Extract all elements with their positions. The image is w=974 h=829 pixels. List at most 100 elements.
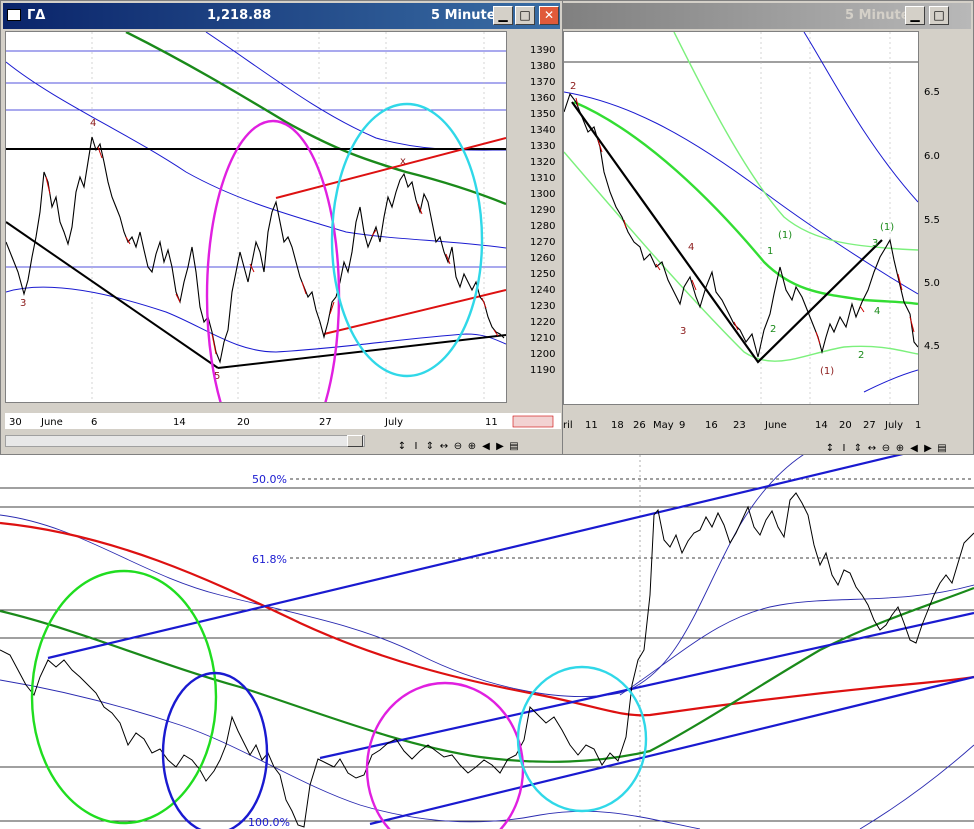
left-y-tick: 1230: [530, 301, 555, 312]
left-uptrend-line: [217, 334, 507, 369]
settings-icon[interactable]: ▤: [935, 442, 949, 456]
close-button[interactable]: ✕: [539, 6, 559, 25]
left-y-tick: 1390: [530, 45, 555, 56]
magenta-circle: [365, 681, 525, 829]
right-x-label: 14: [815, 420, 828, 431]
right-x-label: 18: [611, 420, 624, 431]
left-y-tick: 1330: [530, 141, 555, 152]
left-scroll-track[interactable]: [5, 435, 365, 447]
blue-trend-channel: [47, 455, 974, 826]
zoom-out-icon[interactable]: ⊖: [879, 442, 893, 456]
thin-blue-ma-low: [0, 679, 701, 829]
right-x-label: 23: [733, 420, 746, 431]
wave-3b-label: 3: [872, 238, 878, 249]
wave-4-label: 4: [688, 242, 694, 253]
thin-blue-ma-right: [619, 584, 974, 696]
right-chart: 2 4 3 1 2 (1) (1) 2 (1) 3 4: [563, 31, 919, 404]
left-downtrend-line: [5, 221, 219, 369]
right-x-label: 9: [679, 420, 685, 431]
scroll-left-icon[interactable]: ◀: [907, 442, 921, 456]
right-chart-window[interactable]: 5 Minute ▁ □ 2 4 3 1 2 (1) (1) 2 (1) 3 4…: [560, 0, 974, 455]
scroll-left-icon[interactable]: ◀: [479, 440, 493, 454]
right-blue-upper-ma: [803, 31, 919, 203]
right-x-label: May: [653, 420, 674, 431]
green-circle: [30, 569, 218, 825]
horizontal-scale-icon[interactable]: ↔: [437, 440, 451, 454]
left-y-tick: 1320: [530, 157, 555, 168]
thin-blue-ma: [0, 455, 804, 697]
alert-icon[interactable]: [512, 415, 554, 428]
right-toolbar: ↕ I ⇕ ↔ ⊖ ⊕ ◀ ▶ ▤: [823, 436, 973, 454]
left-x-label: 14: [173, 417, 186, 428]
right-x-label: 1: [915, 420, 921, 431]
bottom-price-line: [0, 492, 974, 828]
left-x-label: 30: [9, 417, 22, 428]
right-blue-ma-low: [863, 369, 919, 393]
left-y-tick: 1340: [530, 125, 555, 136]
right-y-tick: 6.0: [924, 151, 940, 162]
zoom-reset-icon[interactable]: ↕: [823, 442, 837, 456]
maximize-button[interactable]: □: [515, 6, 535, 25]
left-interval: 5 Minute: [431, 8, 496, 23]
vertical-scale-icon[interactable]: ⇕: [851, 442, 865, 456]
horizontal-scale-icon[interactable]: ↔: [865, 442, 879, 456]
right-x-label: 26: [633, 420, 646, 431]
wave-1q-label: (1): [820, 366, 834, 377]
right-green-ma: [573, 100, 919, 306]
wave-2c-label: 2: [858, 350, 864, 361]
left-toolbar: ↕ I ⇕ ↔ ⊖ ⊕ ◀ ▶ ▤: [395, 434, 521, 454]
zoom-out-icon[interactable]: ⊖: [451, 440, 465, 454]
cursor-icon[interactable]: I: [409, 440, 423, 454]
left-x-label: 20: [237, 417, 250, 428]
right-y-tick: 4.5: [924, 341, 940, 352]
right-green-ma-upper: [673, 31, 919, 251]
zoom-in-icon[interactable]: ⊕: [465, 440, 479, 454]
left-plot-area[interactable]: 4 3 5 x: [5, 30, 507, 473]
chart-window-icon: [7, 9, 21, 21]
scroll-right-icon[interactable]: ▶: [493, 440, 507, 454]
left-y-tick: 1210: [530, 333, 555, 344]
right-x-label: 27: [863, 420, 876, 431]
zoom-reset-icon[interactable]: ↕: [395, 440, 409, 454]
left-green-ma: [125, 30, 507, 206]
left-x-label: July: [384, 417, 403, 428]
left-y-tick: 1270: [530, 237, 555, 248]
fib-label-618: 61.8%: [252, 553, 287, 566]
left-y-tick: 1370: [530, 77, 555, 88]
minimize-button[interactable]: ▁: [905, 6, 925, 25]
right-plot-area[interactable]: 2 4 3 1 2 (1) (1) 2 (1) 3 4: [563, 31, 919, 405]
thin-blue-ma-bottom-right: [859, 744, 974, 829]
maximize-button[interactable]: □: [929, 6, 949, 25]
zoom-in-icon[interactable]: ⊕: [893, 442, 907, 456]
vertical-scale-icon[interactable]: ⇕: [423, 440, 437, 454]
right-y-tick: 5.5: [924, 215, 940, 226]
left-y-tick: 1300: [530, 189, 555, 200]
right-y-axis: 6.5 6.0 5.5 5.0 4.5: [924, 87, 940, 352]
left-x-label: 6: [91, 417, 97, 428]
left-horizontal-gridlines: [6, 50, 506, 268]
left-y-tick: 1310: [530, 173, 555, 184]
minimize-button[interactable]: ▁: [493, 6, 513, 25]
left-x-label: 27: [319, 417, 332, 428]
right-title-bar[interactable]: 5 Minute ▁ □: [563, 3, 971, 29]
left-scrollbar[interactable]: ↕ I ⇕ ↔ ⊖ ⊕ ◀ ▶ ▤: [5, 433, 561, 452]
right-x-label: 16: [705, 420, 718, 431]
wave-4-label: 4: [90, 118, 96, 129]
left-y-tick: 1360: [530, 93, 555, 104]
cursor-icon[interactable]: I: [837, 442, 851, 456]
right-zigzag: [571, 101, 883, 364]
red-channel-lower: [323, 289, 507, 335]
left-y-axis: 1390 1380 1370 1360 1350 1340 1330 1320 …: [530, 45, 555, 376]
scroll-right-icon[interactable]: ▶: [921, 442, 935, 456]
green-ma: [0, 586, 974, 763]
left-chart-window[interactable]: ΓΔ 1,218.88 5 Minute ▁ □ ✕ 4 3 5 x 1390 …: [0, 0, 563, 473]
right-x-label: 20: [839, 420, 852, 431]
left-scroll-thumb[interactable]: [347, 435, 363, 447]
left-y-tick: 1280: [530, 221, 555, 232]
left-y-tick: 1240: [530, 285, 555, 296]
left-title-bar[interactable]: ΓΔ 1,218.88 5 Minute ▁ □ ✕: [3, 3, 560, 29]
wave-2-label: 2: [570, 81, 576, 92]
cyan-circle: [516, 665, 648, 813]
settings-icon[interactable]: ▤: [507, 440, 521, 454]
left-y-tick: 1350: [530, 109, 555, 120]
